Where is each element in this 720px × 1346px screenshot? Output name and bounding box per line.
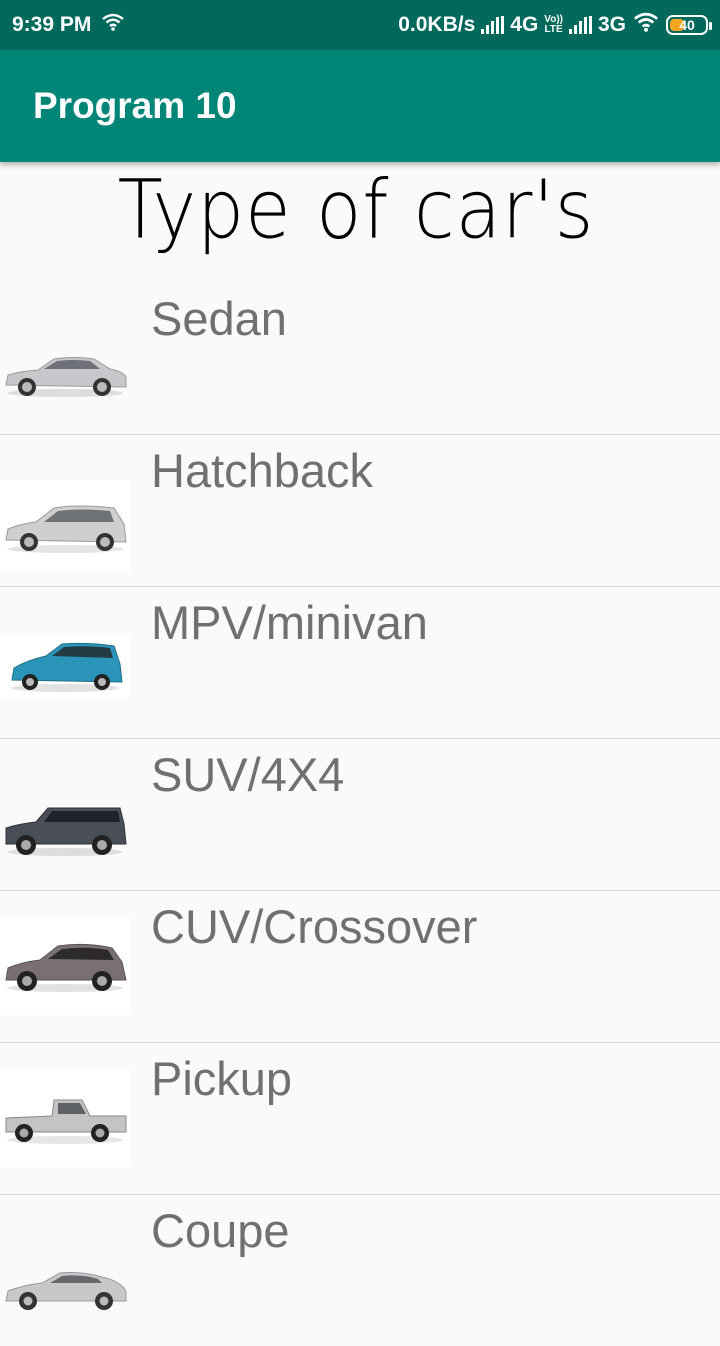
page-heading: Type of car's [117,162,595,258]
car-type-list[interactable]: Sedan Hatchback MPV/minivan SUV/4X4 CUV/… [0,283,720,1346]
signal-icon [481,16,505,34]
car-type-label: Hatchback [151,444,374,497]
status-time: 9:39 PM [12,13,92,36]
app-title: Program 10 [33,85,237,126]
car-image [0,635,130,697]
wifi-icon [101,13,125,37]
volte-badge: Vo)) LTE [544,15,563,35]
list-item[interactable]: Hatchback [0,435,720,587]
list-item[interactable]: SUV/4X4 [0,739,720,891]
volte-bottom: LTE [544,24,563,35]
signal-icon [568,16,592,34]
car-type-label: Coupe [151,1204,290,1257]
network-type-1: 4G [510,13,539,36]
heading-container: Type of car's [0,163,720,278]
status-bar: 9:39 PM 0.0KB/s 4G Vo)) LTE 3G 40 [0,0,720,50]
car-type-label: CUV/Crossover [151,900,478,953]
battery-icon: 40 [666,15,712,35]
car-type-label: Pickup [151,1052,293,1105]
car-image [0,1069,130,1167]
list-item[interactable]: MPV/minivan [0,587,720,739]
car-type-label: MPV/minivan [151,596,428,649]
list-item[interactable]: Sedan [0,283,720,435]
car-image [0,1240,130,1332]
battery-tip [709,22,712,30]
app-bar: Program 10 [0,50,720,162]
list-item[interactable]: Pickup [0,1043,720,1195]
network-type-2: 3G [597,13,626,36]
wifi-icon [632,12,660,38]
car-image [0,917,130,1015]
car-image [0,480,130,572]
list-item[interactable]: Coupe [0,1195,720,1346]
car-image [0,784,130,876]
network-speed: 0.0KB/s [398,13,476,36]
car-image [0,328,130,420]
car-type-label: SUV/4X4 [151,748,345,801]
list-item[interactable]: CUV/Crossover [0,891,720,1043]
car-type-label: Sedan [151,292,287,345]
battery-level: 40 [679,17,695,33]
